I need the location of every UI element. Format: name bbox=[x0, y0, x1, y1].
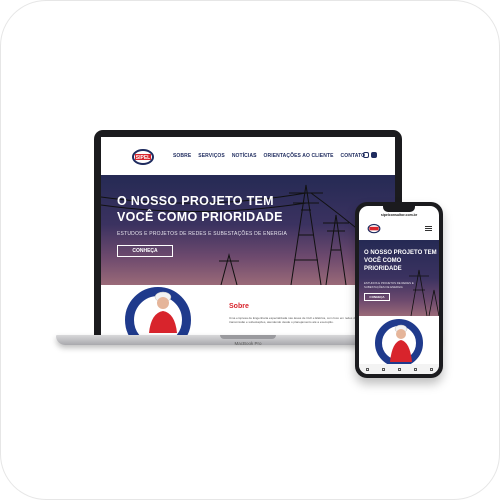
laptop-screen: SIPEL SOBRE SERVIÇOS NOTÍCIAS ORIENTAÇÕE… bbox=[101, 137, 395, 335]
phone-worker-photo bbox=[390, 324, 412, 362]
hero-banner: O NOSSO PROJETO TEM VOCÊ COMO PRIORIDADE… bbox=[101, 175, 395, 285]
laptop-notch bbox=[220, 335, 276, 339]
phone-hero-title-line-3: PRIORIDADE bbox=[364, 266, 402, 272]
facebook-icon[interactable] bbox=[371, 152, 377, 158]
phone-notch bbox=[383, 206, 415, 212]
phone-conheca-button[interactable]: CONHEÇA bbox=[364, 293, 390, 301]
share-icon[interactable] bbox=[397, 367, 401, 371]
back-icon[interactable] bbox=[365, 367, 369, 371]
hero-title-line-2: VOCÊ COMO PRIORIDADE bbox=[117, 210, 283, 224]
power-towers-illustration bbox=[101, 184, 378, 285]
hero-subtitle: ESTUDOS E PROJETOS DE REDES E SUBESTAÇÕE… bbox=[117, 231, 287, 237]
nav-item-contato[interactable]: CONTATO bbox=[341, 153, 366, 159]
worker-photo bbox=[149, 291, 177, 333]
tabs-icon[interactable] bbox=[429, 367, 433, 371]
phone-screen: sipelconsultor.com.br O NOSSO PROJETO TE… bbox=[359, 206, 439, 374]
social-links bbox=[363, 152, 377, 158]
site-header: SIPEL SOBRE SERVIÇOS NOTÍCIAS ORIENTAÇÕE… bbox=[101, 137, 395, 175]
phone-hero-title: O NOSSO PROJETO TEM VOCÊ COMO PRIORIDADE bbox=[364, 249, 437, 273]
instagram-icon[interactable] bbox=[363, 152, 369, 158]
phone-logo-icon[interactable] bbox=[367, 222, 381, 234]
nav-item-orientacoes[interactable]: ORIENTAÇÕES AO CLIENTE bbox=[264, 153, 334, 159]
bookmarks-icon[interactable] bbox=[413, 367, 417, 371]
nav-item-sobre[interactable]: SOBRE bbox=[173, 153, 191, 159]
about-section: Sobre Uma empresa de Engenharia especial… bbox=[101, 285, 395, 335]
hamburger-menu-icon[interactable] bbox=[425, 226, 432, 231]
phone-hero-title-line-2: VOCÊ COMO bbox=[364, 258, 402, 264]
conheca-button[interactable]: CONHEÇA bbox=[117, 245, 173, 257]
main-nav: SOBRE SERVIÇOS NOTÍCIAS ORIENTAÇÕES AO C… bbox=[173, 153, 365, 159]
about-heading: Sobre bbox=[229, 303, 249, 310]
phone-hero-banner: O NOSSO PROJETO TEM VOCÊ COMO PRIORIDADE… bbox=[359, 240, 439, 316]
phone-url-bar[interactable]: sipelconsultor.com.br bbox=[359, 213, 439, 217]
phone-browser-toolbar bbox=[359, 364, 439, 374]
phone-mockup: sipelconsultor.com.br O NOSSO PROJETO TE… bbox=[355, 202, 443, 378]
phone-hero-subtitle: ESTUDOS E PROJETOS DE REDES E SUBESTAÇÕE… bbox=[364, 281, 414, 289]
phone-about-section bbox=[359, 316, 439, 367]
hero-title: O NOSSO PROJETO TEM VOCÊ COMO PRIORIDADE bbox=[117, 193, 283, 225]
phone-hero-title-line-1: O NOSSO PROJETO TEM bbox=[364, 250, 437, 256]
forward-icon[interactable] bbox=[381, 367, 385, 371]
nav-item-noticias[interactable]: NOTÍCIAS bbox=[232, 153, 257, 159]
nav-item-servicos[interactable]: SERVIÇOS bbox=[198, 153, 225, 159]
logo-icon[interactable]: SIPEL bbox=[131, 146, 155, 166]
svg-text:SIPEL: SIPEL bbox=[136, 155, 150, 161]
hero-title-line-1: O NOSSO PROJETO TEM bbox=[117, 194, 274, 208]
